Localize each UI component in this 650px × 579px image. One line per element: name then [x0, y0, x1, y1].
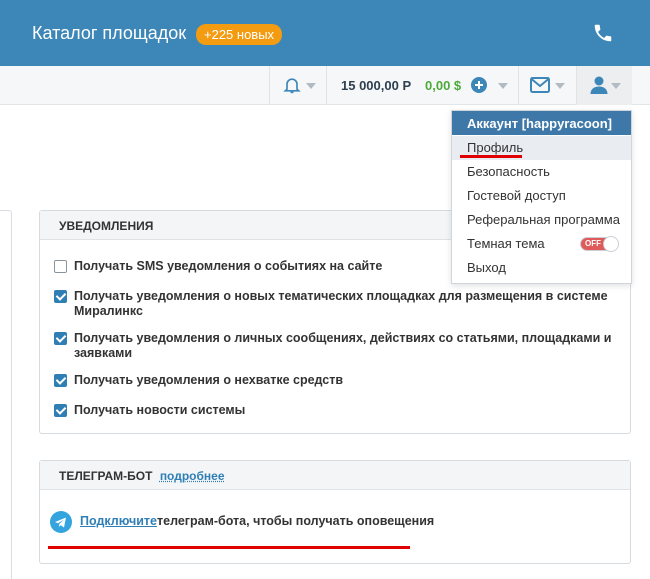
account-menu: Аккаунт [happyracoon] Профиль Безопаснос…: [451, 110, 632, 284]
checkbox[interactable]: [54, 332, 67, 345]
new-sites-badge[interactable]: +225 новых: [196, 24, 283, 45]
menu-item-logout[interactable]: Выход: [452, 256, 631, 280]
annotation-underline: [48, 546, 410, 549]
option-label-continued: Миралинкс: [74, 304, 143, 318]
phone-icon[interactable]: [592, 22, 614, 44]
low-funds-notifications-option[interactable]: Получать уведомления о нехватке средств: [54, 373, 614, 388]
page-title: Каталог площадок: [32, 23, 187, 43]
messages-dropdown[interactable]: [518, 66, 576, 105]
option-label: Получать уведомления о личных сообщениях…: [74, 331, 612, 345]
page: Каталог площадок +225 новых 15 000,00 Р …: [0, 0, 650, 579]
option-label: Получать уведомления о нехватке средств: [74, 373, 344, 387]
left-panel: [0, 210, 12, 579]
chevron-down-icon: [555, 83, 565, 89]
new-sites-notifications-option[interactable]: Получать уведомления о новых тематически…: [54, 289, 614, 319]
toggle-knob: [603, 236, 619, 252]
chevron-down-icon: [498, 83, 508, 89]
connect-telegram-link[interactable]: Подключите: [80, 514, 157, 528]
annotation-underline: [460, 155, 522, 158]
menu-item-label: Выход: [467, 260, 506, 275]
balance-dropdown[interactable]: 15 000,00 Р 0,00 $: [326, 66, 518, 105]
account-menu-header: Аккаунт [happyracoon]: [452, 111, 631, 135]
account-dropdown[interactable]: [576, 66, 632, 105]
top-header: Каталог площадок +225 новых: [0, 0, 650, 66]
menu-item-label: Гостевой доступ: [467, 188, 566, 203]
menu-item-guest-access[interactable]: Гостевой доступ: [452, 184, 631, 208]
dark-theme-toggle[interactable]: OFF: [580, 236, 619, 252]
menu-item-label: Темная тема: [467, 236, 545, 251]
chevron-down-icon: [306, 83, 316, 89]
balance-usd: 0,00 $: [425, 78, 462, 93]
telegram-icon: [50, 511, 72, 533]
user-icon: [590, 76, 608, 94]
checkbox[interactable]: [54, 290, 67, 303]
notifications-dropdown[interactable]: [269, 66, 326, 105]
option-label: Получать уведомления о новых тематически…: [74, 289, 608, 303]
toggle-state: OFF: [585, 239, 601, 248]
menu-item-label: Профиль: [467, 140, 524, 155]
menu-item-label: Безопасность: [467, 164, 550, 179]
checkbox[interactable]: [54, 404, 67, 417]
telegram-title: ТЕЛЕГРАМ-БОТ: [59, 469, 153, 483]
notifications-title: УВЕДОМЛЕНИЯ: [59, 219, 154, 233]
menu-item-dark-theme[interactable]: Темная тема OFF: [452, 232, 631, 256]
option-label: Получать новости системы: [74, 403, 246, 417]
chevron-down-icon: [611, 83, 621, 89]
messages-notifications-option[interactable]: Получать уведомления о личных сообщениях…: [54, 331, 614, 361]
connect-telegram-text: телеграм-бота, чтобы получать оповещения: [157, 514, 435, 528]
envelope-icon: [530, 77, 550, 93]
telegram-heading: ТЕЛЕГРАМ-БОТ подробнее: [40, 461, 630, 490]
plus-circle-icon[interactable]: [471, 77, 487, 93]
bell-icon: [283, 78, 301, 94]
checkbox[interactable]: [54, 260, 67, 273]
menu-item-referral[interactable]: Реферальная программа: [452, 208, 631, 232]
checkbox[interactable]: [54, 374, 67, 387]
option-label-continued: заявками: [74, 346, 133, 360]
menu-item-label: Реферальная программа: [467, 212, 620, 227]
toolbar: 15 000,00 Р 0,00 $: [0, 66, 650, 105]
more-info-link[interactable]: подробнее: [160, 469, 225, 483]
system-news-option[interactable]: Получать новости системы: [54, 403, 614, 418]
balance-rub: 15 000,00 Р: [341, 78, 412, 93]
menu-item-security[interactable]: Безопасность: [452, 160, 631, 184]
